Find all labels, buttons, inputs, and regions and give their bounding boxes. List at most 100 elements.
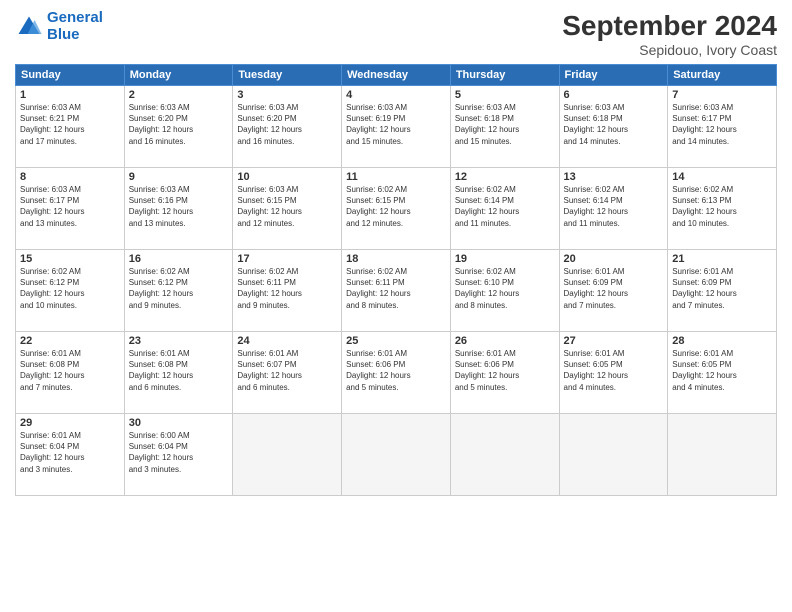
calendar-empty-cell xyxy=(233,414,342,496)
calendar-day-11: 11Sunrise: 6:02 AMSunset: 6:15 PMDayligh… xyxy=(342,168,451,250)
day-info: Sunrise: 6:01 AMSunset: 6:04 PMDaylight:… xyxy=(20,430,120,475)
day-number: 29 xyxy=(20,417,120,429)
calendar-day-24: 24Sunrise: 6:01 AMSunset: 6:07 PMDayligh… xyxy=(233,332,342,414)
day-info: Sunrise: 6:03 AMSunset: 6:18 PMDaylight:… xyxy=(455,102,555,147)
calendar-day-20: 20Sunrise: 6:01 AMSunset: 6:09 PMDayligh… xyxy=(559,250,668,332)
day-number: 28 xyxy=(672,335,772,347)
day-number: 24 xyxy=(237,335,337,347)
calendar-day-23: 23Sunrise: 6:01 AMSunset: 6:08 PMDayligh… xyxy=(124,332,233,414)
calendar-day-26: 26Sunrise: 6:01 AMSunset: 6:06 PMDayligh… xyxy=(450,332,559,414)
month-title: September 2024 xyxy=(562,10,777,42)
day-info: Sunrise: 6:02 AMSunset: 6:14 PMDaylight:… xyxy=(564,184,664,229)
day-info: Sunrise: 6:03 AMSunset: 6:19 PMDaylight:… xyxy=(346,102,446,147)
day-number: 20 xyxy=(564,253,664,265)
day-info: Sunrise: 6:02 AMSunset: 6:12 PMDaylight:… xyxy=(129,266,229,311)
day-number: 11 xyxy=(346,171,446,183)
calendar-day-17: 17Sunrise: 6:02 AMSunset: 6:11 PMDayligh… xyxy=(233,250,342,332)
day-info: Sunrise: 6:02 AMSunset: 6:12 PMDaylight:… xyxy=(20,266,120,311)
calendar-day-9: 9Sunrise: 6:03 AMSunset: 6:16 PMDaylight… xyxy=(124,168,233,250)
day-number: 3 xyxy=(237,89,337,101)
calendar-day-22: 22Sunrise: 6:01 AMSunset: 6:08 PMDayligh… xyxy=(16,332,125,414)
calendar-day-19: 19Sunrise: 6:02 AMSunset: 6:10 PMDayligh… xyxy=(450,250,559,332)
calendar-day-3: 3Sunrise: 6:03 AMSunset: 6:20 PMDaylight… xyxy=(233,86,342,168)
location-subtitle: Sepidouo, Ivory Coast xyxy=(562,42,777,58)
day-info: Sunrise: 6:02 AMSunset: 6:11 PMDaylight:… xyxy=(346,266,446,311)
weekday-header-monday: Monday xyxy=(124,65,233,86)
day-number: 2 xyxy=(129,89,229,101)
calendar-day-27: 27Sunrise: 6:01 AMSunset: 6:05 PMDayligh… xyxy=(559,332,668,414)
day-info: Sunrise: 6:02 AMSunset: 6:13 PMDaylight:… xyxy=(672,184,772,229)
day-number: 27 xyxy=(564,335,664,347)
day-info: Sunrise: 6:01 AMSunset: 6:05 PMDaylight:… xyxy=(564,348,664,393)
day-info: Sunrise: 6:01 AMSunset: 6:06 PMDaylight:… xyxy=(346,348,446,393)
calendar-week-row: 1Sunrise: 6:03 AMSunset: 6:21 PMDaylight… xyxy=(16,86,777,168)
day-number: 21 xyxy=(672,253,772,265)
calendar-day-10: 10Sunrise: 6:03 AMSunset: 6:15 PMDayligh… xyxy=(233,168,342,250)
day-info: Sunrise: 6:00 AMSunset: 6:04 PMDaylight:… xyxy=(129,430,229,475)
weekday-header-wednesday: Wednesday xyxy=(342,65,451,86)
calendar-day-5: 5Sunrise: 6:03 AMSunset: 6:18 PMDaylight… xyxy=(450,86,559,168)
weekday-header-friday: Friday xyxy=(559,65,668,86)
day-info: Sunrise: 6:01 AMSunset: 6:09 PMDaylight:… xyxy=(564,266,664,311)
calendar-empty-cell xyxy=(668,414,777,496)
calendar-empty-cell xyxy=(342,414,451,496)
weekday-header-sunday: Sunday xyxy=(16,65,125,86)
logo: General Blue xyxy=(15,10,103,43)
day-info: Sunrise: 6:01 AMSunset: 6:09 PMDaylight:… xyxy=(672,266,772,311)
calendar-week-row: 29Sunrise: 6:01 AMSunset: 6:04 PMDayligh… xyxy=(16,414,777,496)
day-info: Sunrise: 6:03 AMSunset: 6:15 PMDaylight:… xyxy=(237,184,337,229)
day-info: Sunrise: 6:01 AMSunset: 6:05 PMDaylight:… xyxy=(672,348,772,393)
calendar-empty-cell xyxy=(559,414,668,496)
day-info: Sunrise: 6:03 AMSunset: 6:20 PMDaylight:… xyxy=(129,102,229,147)
logo-line1: General xyxy=(47,9,103,26)
day-info: Sunrise: 6:02 AMSunset: 6:11 PMDaylight:… xyxy=(237,266,337,311)
calendar-day-4: 4Sunrise: 6:03 AMSunset: 6:19 PMDaylight… xyxy=(342,86,451,168)
day-info: Sunrise: 6:03 AMSunset: 6:18 PMDaylight:… xyxy=(564,102,664,147)
calendar-day-15: 15Sunrise: 6:02 AMSunset: 6:12 PMDayligh… xyxy=(16,250,125,332)
day-info: Sunrise: 6:03 AMSunset: 6:21 PMDaylight:… xyxy=(20,102,120,147)
calendar-week-row: 15Sunrise: 6:02 AMSunset: 6:12 PMDayligh… xyxy=(16,250,777,332)
weekday-header-row: SundayMondayTuesdayWednesdayThursdayFrid… xyxy=(16,65,777,86)
day-number: 14 xyxy=(672,171,772,183)
calendar-day-14: 14Sunrise: 6:02 AMSunset: 6:13 PMDayligh… xyxy=(668,168,777,250)
day-info: Sunrise: 6:01 AMSunset: 6:08 PMDaylight:… xyxy=(129,348,229,393)
weekday-header-tuesday: Tuesday xyxy=(233,65,342,86)
day-number: 26 xyxy=(455,335,555,347)
weekday-header-thursday: Thursday xyxy=(450,65,559,86)
day-number: 12 xyxy=(455,171,555,183)
day-info: Sunrise: 6:01 AMSunset: 6:06 PMDaylight:… xyxy=(455,348,555,393)
calendar-week-row: 8Sunrise: 6:03 AMSunset: 6:17 PMDaylight… xyxy=(16,168,777,250)
day-number: 7 xyxy=(672,89,772,101)
day-number: 18 xyxy=(346,253,446,265)
day-info: Sunrise: 6:02 AMSunset: 6:14 PMDaylight:… xyxy=(455,184,555,229)
logo-line2: Blue xyxy=(47,27,103,44)
calendar-empty-cell xyxy=(450,414,559,496)
day-number: 17 xyxy=(237,253,337,265)
calendar-day-29: 29Sunrise: 6:01 AMSunset: 6:04 PMDayligh… xyxy=(16,414,125,496)
day-info: Sunrise: 6:03 AMSunset: 6:17 PMDaylight:… xyxy=(672,102,772,147)
day-number: 1 xyxy=(20,89,120,101)
calendar-day-2: 2Sunrise: 6:03 AMSunset: 6:20 PMDaylight… xyxy=(124,86,233,168)
calendar-day-12: 12Sunrise: 6:02 AMSunset: 6:14 PMDayligh… xyxy=(450,168,559,250)
calendar: SundayMondayTuesdayWednesdayThursdayFrid… xyxy=(15,64,777,496)
calendar-day-7: 7Sunrise: 6:03 AMSunset: 6:17 PMDaylight… xyxy=(668,86,777,168)
day-number: 5 xyxy=(455,89,555,101)
day-number: 23 xyxy=(129,335,229,347)
header: General Blue September 2024 Sepidouo, Iv… xyxy=(15,10,777,58)
day-info: Sunrise: 6:01 AMSunset: 6:07 PMDaylight:… xyxy=(237,348,337,393)
calendar-day-18: 18Sunrise: 6:02 AMSunset: 6:11 PMDayligh… xyxy=(342,250,451,332)
day-number: 16 xyxy=(129,253,229,265)
day-info: Sunrise: 6:02 AMSunset: 6:15 PMDaylight:… xyxy=(346,184,446,229)
calendar-day-8: 8Sunrise: 6:03 AMSunset: 6:17 PMDaylight… xyxy=(16,168,125,250)
day-number: 13 xyxy=(564,171,664,183)
day-number: 22 xyxy=(20,335,120,347)
day-number: 4 xyxy=(346,89,446,101)
day-number: 6 xyxy=(564,89,664,101)
calendar-day-6: 6Sunrise: 6:03 AMSunset: 6:18 PMDaylight… xyxy=(559,86,668,168)
day-number: 8 xyxy=(20,171,120,183)
day-info: Sunrise: 6:03 AMSunset: 6:17 PMDaylight:… xyxy=(20,184,120,229)
day-info: Sunrise: 6:01 AMSunset: 6:08 PMDaylight:… xyxy=(20,348,120,393)
calendar-day-1: 1Sunrise: 6:03 AMSunset: 6:21 PMDaylight… xyxy=(16,86,125,168)
calendar-day-21: 21Sunrise: 6:01 AMSunset: 6:09 PMDayligh… xyxy=(668,250,777,332)
day-number: 30 xyxy=(129,417,229,429)
